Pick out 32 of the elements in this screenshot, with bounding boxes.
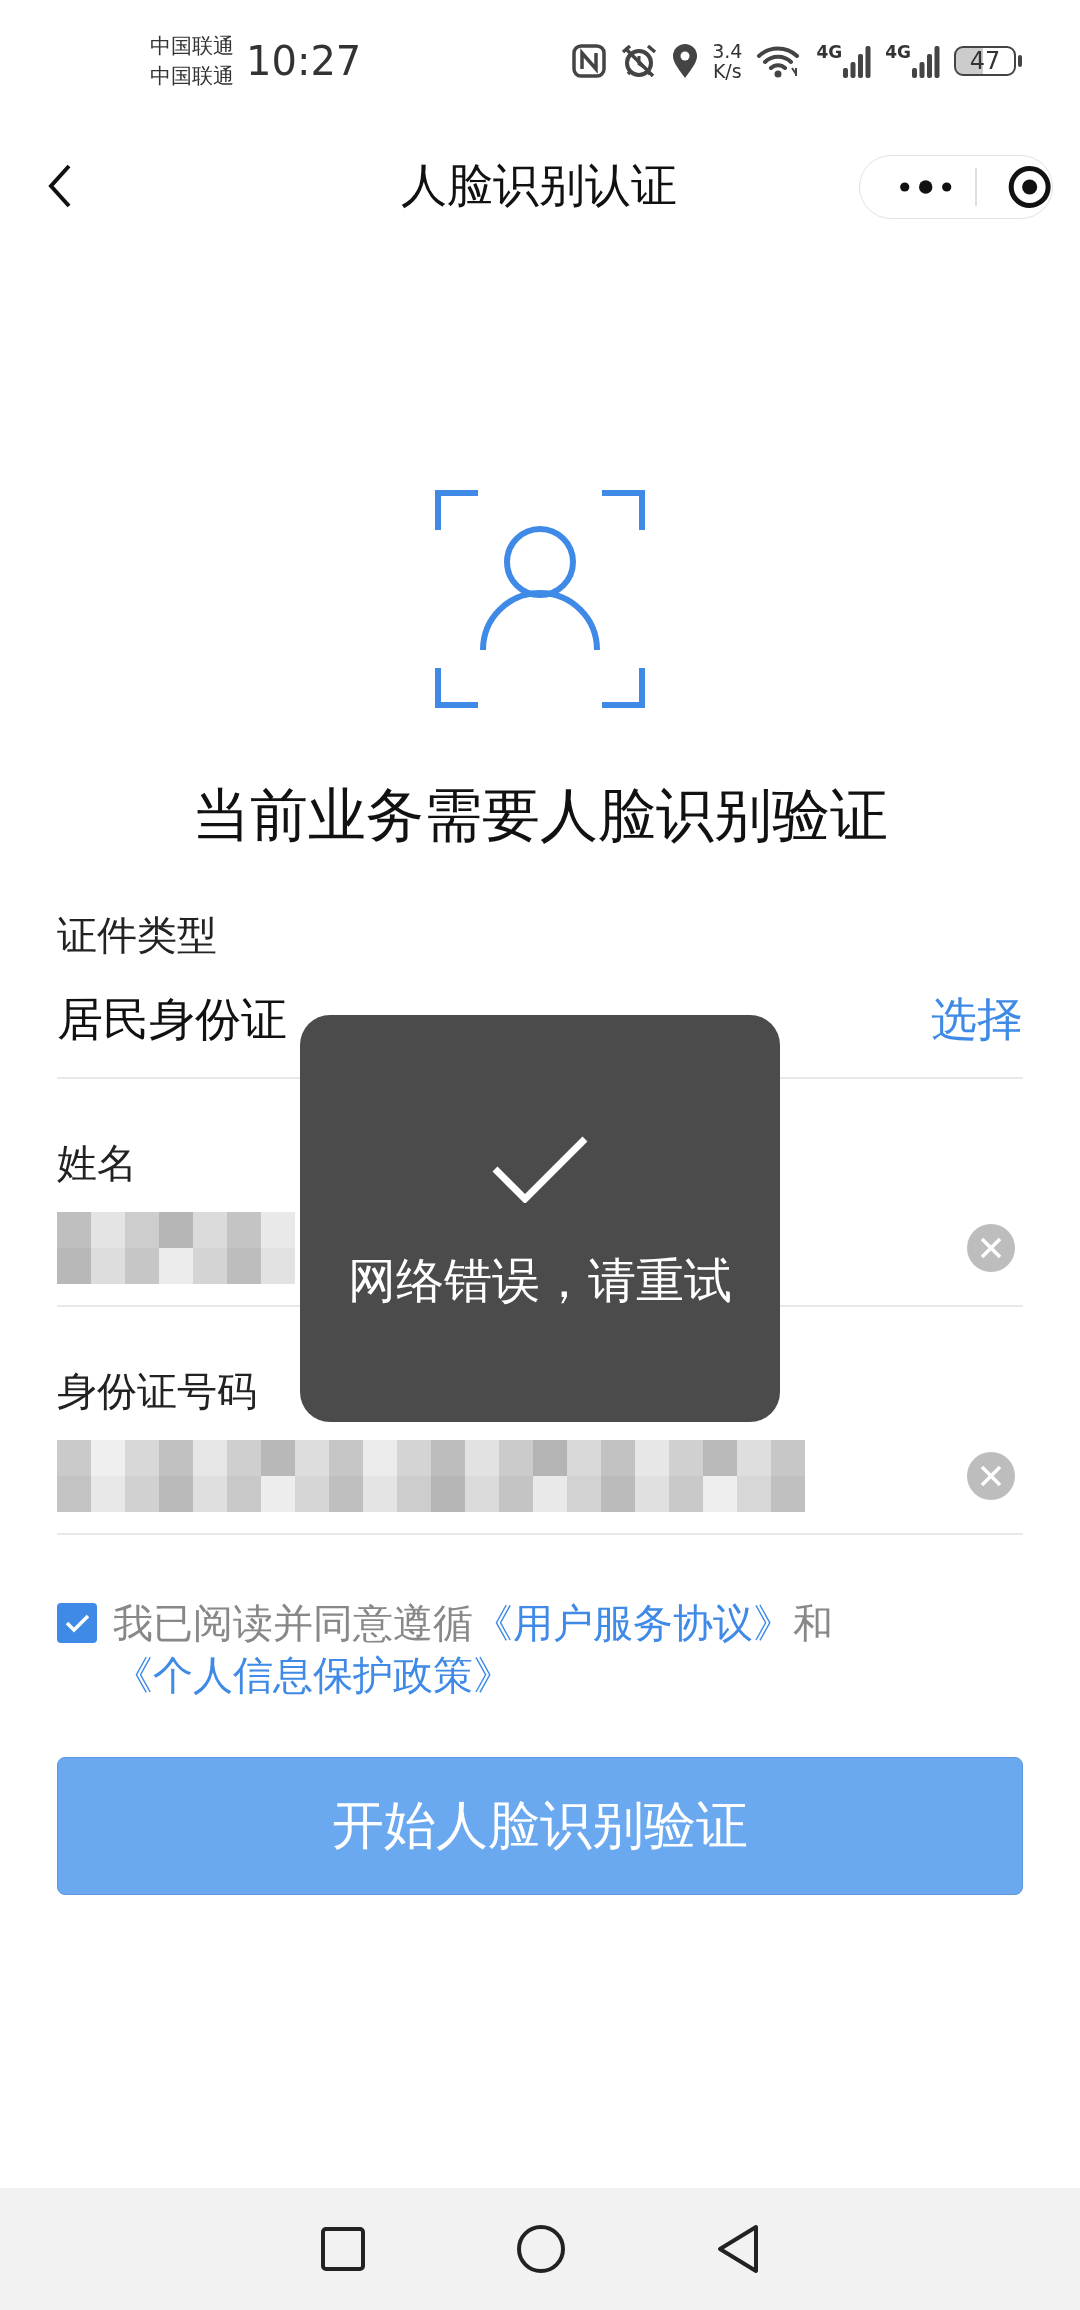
- alarm-icon: [620, 43, 659, 79]
- back-nav-icon[interactable]: [716, 2224, 760, 2274]
- network-type: 4G: [885, 44, 911, 61]
- battery-indicator: 47: [954, 46, 1022, 76]
- policy-link[interactable]: 《个人信息保护政策》: [113, 1652, 513, 1698]
- nfc-icon: [572, 44, 607, 78]
- signal-bars-icon: [843, 44, 872, 78]
- field-label: 姓名: [57, 1139, 137, 1188]
- home-icon[interactable]: [516, 2224, 566, 2274]
- network-speed: 3.4: [712, 41, 743, 61]
- clock-time: 10:27: [246, 38, 362, 84]
- field-value: 居民身份证: [57, 991, 287, 1048]
- field-label: 证件类型: [57, 911, 217, 960]
- network-speed: K/s: [712, 61, 742, 81]
- carrier-name: 中国联通: [150, 63, 234, 90]
- start-verification-button[interactable]: 开始人脸识别验证: [57, 1757, 1023, 1895]
- agree-checkbox[interactable]: [57, 1603, 97, 1643]
- more-icon[interactable]: [898, 177, 954, 197]
- prompt-heading: 当前业务需要人脸识别验证: [191, 780, 889, 851]
- recent-apps-icon[interactable]: [320, 2226, 366, 2272]
- face-scan-icon: [435, 490, 645, 708]
- agreement-text: 我已阅读并同意遵循《用户服务协议》和 《个人信息保护政策》: [113, 1599, 834, 1700]
- signal-bars-icon: [912, 44, 940, 78]
- field-label: 身份证号码: [57, 1367, 257, 1416]
- carrier-name: 中国联通: [150, 33, 234, 60]
- location-pin-icon: [672, 43, 699, 79]
- network-type: 4G: [816, 44, 843, 61]
- toast-message: 网络错误，请重试: [348, 1251, 732, 1310]
- policy-link[interactable]: 《用户服务协议》: [473, 1600, 793, 1646]
- page-title: 人脸识别认证: [401, 157, 677, 214]
- checkmark-icon: [491, 1135, 589, 1203]
- select-link[interactable]: 选择: [931, 989, 1023, 1051]
